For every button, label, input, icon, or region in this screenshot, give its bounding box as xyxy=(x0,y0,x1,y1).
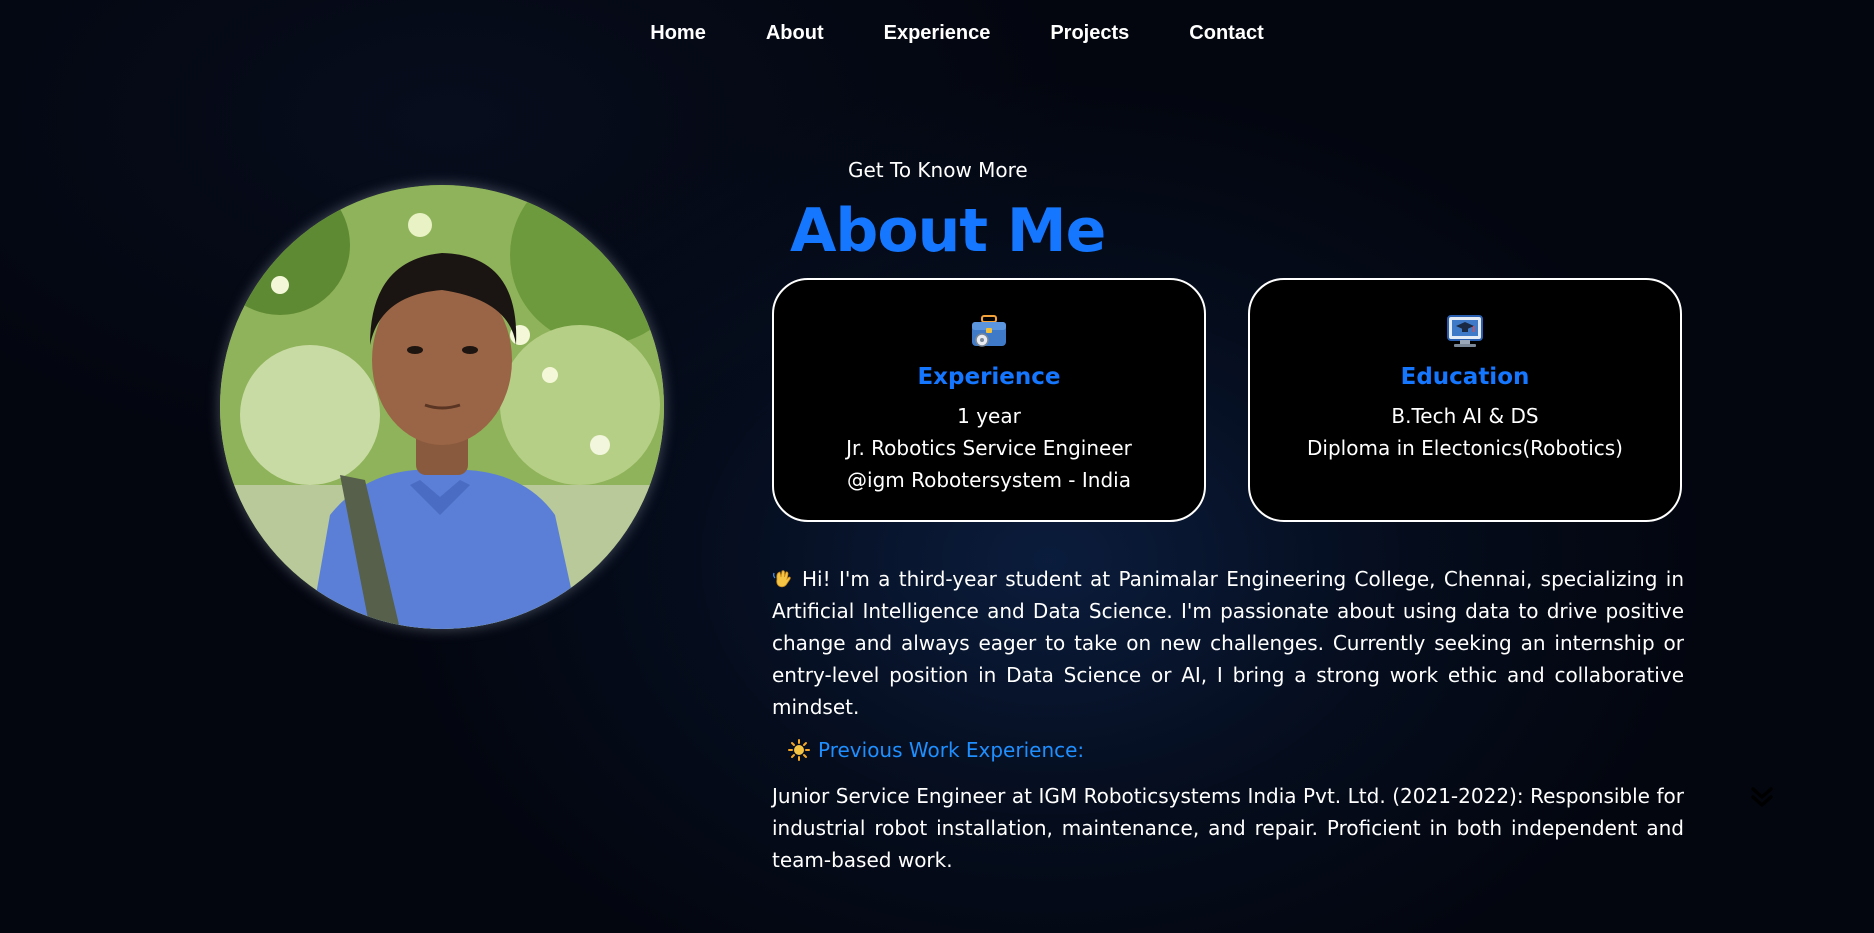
experience-company: @igm Robotersystem - India xyxy=(847,468,1131,492)
top-nav: Home About Experience Projects Contact xyxy=(0,22,1874,45)
scroll-down-icon[interactable] xyxy=(1748,783,1776,811)
experience-card: Experience 1 year Jr. Robotics Service E… xyxy=(772,278,1206,522)
education-degree: B.Tech AI & DS xyxy=(1391,404,1539,428)
graduation-monitor-icon xyxy=(1447,315,1483,347)
waving-hand-icon xyxy=(773,570,791,588)
nav-contact-link[interactable]: Contact xyxy=(1189,22,1263,45)
nav-experience-link[interactable]: Experience xyxy=(884,22,991,45)
intro-paragraph: Hi! I'm a third-year student at Panimala… xyxy=(772,563,1684,723)
work-experience-heading: Previous Work Experience: xyxy=(788,738,1084,762)
nav-projects-link[interactable]: Projects xyxy=(1050,22,1129,45)
education-card-title: Education xyxy=(1400,364,1530,390)
experience-duration: 1 year xyxy=(957,404,1021,428)
sun-icon xyxy=(788,739,810,761)
nav-home-link[interactable]: Home xyxy=(650,22,706,45)
education-card: Education B.Tech AI & DS Diploma in Elec… xyxy=(1248,278,1682,522)
section-kicker: Get To Know More xyxy=(848,158,1028,182)
education-diploma: Diploma in Electonics(Robotics) xyxy=(1307,436,1623,460)
work-experience-heading-text: Previous Work Experience: xyxy=(818,738,1085,762)
profile-photo xyxy=(220,185,664,629)
experience-role: Jr. Robotics Service Engineer xyxy=(846,436,1132,460)
nav-about-link[interactable]: About xyxy=(766,22,824,45)
briefcase-icon xyxy=(972,315,1006,347)
experience-card-title: Experience xyxy=(917,364,1061,390)
intro-text: Hi! I'm a third-year student at Panimala… xyxy=(772,567,1684,719)
page-title: About Me xyxy=(790,196,1106,266)
work-experience-paragraph: Junior Service Engineer at IGM Roboticsy… xyxy=(772,784,1684,872)
